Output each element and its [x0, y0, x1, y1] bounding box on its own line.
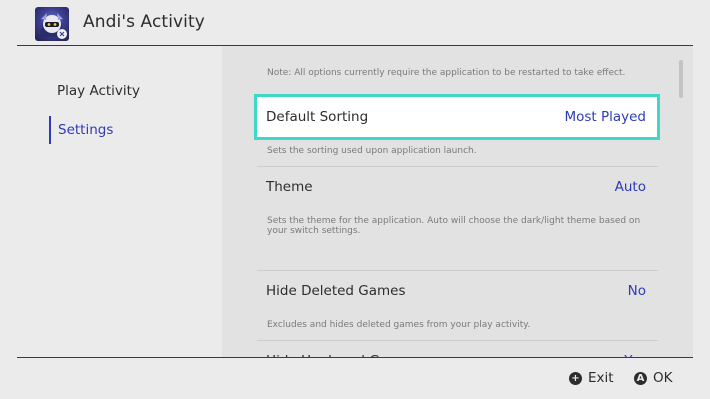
restart-note: Note: All options currently require the … [267, 68, 626, 78]
setting-value: Auto [614, 179, 646, 195]
scrollbar[interactable] [679, 60, 683, 98]
setting-default-sorting[interactable]: Default Sorting Most Played [257, 97, 657, 137]
setting-label: Theme [266, 179, 313, 195]
setting-hide-deleted-games[interactable]: Hide Deleted Games No [257, 271, 657, 311]
setting-description: Excludes and hides deleted games from yo… [267, 320, 531, 330]
settings-panel[interactable]: Note: All options currently require the … [222, 46, 693, 357]
setting-value: Yes [624, 341, 646, 357]
meta-knight-avatar-icon [39, 13, 67, 39]
ok-label: OK [653, 370, 673, 386]
sidebar: Play Activity Settings [0, 46, 222, 357]
plus-button-icon: + [569, 372, 582, 385]
setting-value: Most Played [564, 109, 646, 125]
setting-label: Hide Deleted Games [266, 283, 406, 299]
setting-theme[interactable]: Theme Auto [257, 167, 657, 207]
footer-divider [17, 357, 693, 358]
setting-value: No [627, 283, 646, 299]
sidebar-item-play-activity[interactable]: Play Activity [49, 77, 140, 105]
ok-button[interactable]: A OK [634, 369, 672, 387]
setting-hide-unplayed-games[interactable]: Hide Unplayed Games Yes [257, 341, 657, 357]
setting-description: Sets the sorting used upon application l… [267, 146, 477, 156]
sidebar-item-settings[interactable]: Settings [49, 116, 113, 144]
user-avatar[interactable] [35, 7, 69, 41]
a-button-icon: A [634, 372, 647, 385]
exit-label: Exit [588, 370, 614, 386]
page-title: Andi's Activity [83, 12, 205, 32]
setting-description: Sets the theme for the application. Auto… [267, 216, 641, 236]
header: Andi's Activity [0, 0, 710, 46]
setting-label: Hide Unplayed Games [266, 341, 416, 357]
exit-button[interactable]: + Exit [569, 369, 614, 387]
setting-label: Default Sorting [266, 109, 369, 125]
